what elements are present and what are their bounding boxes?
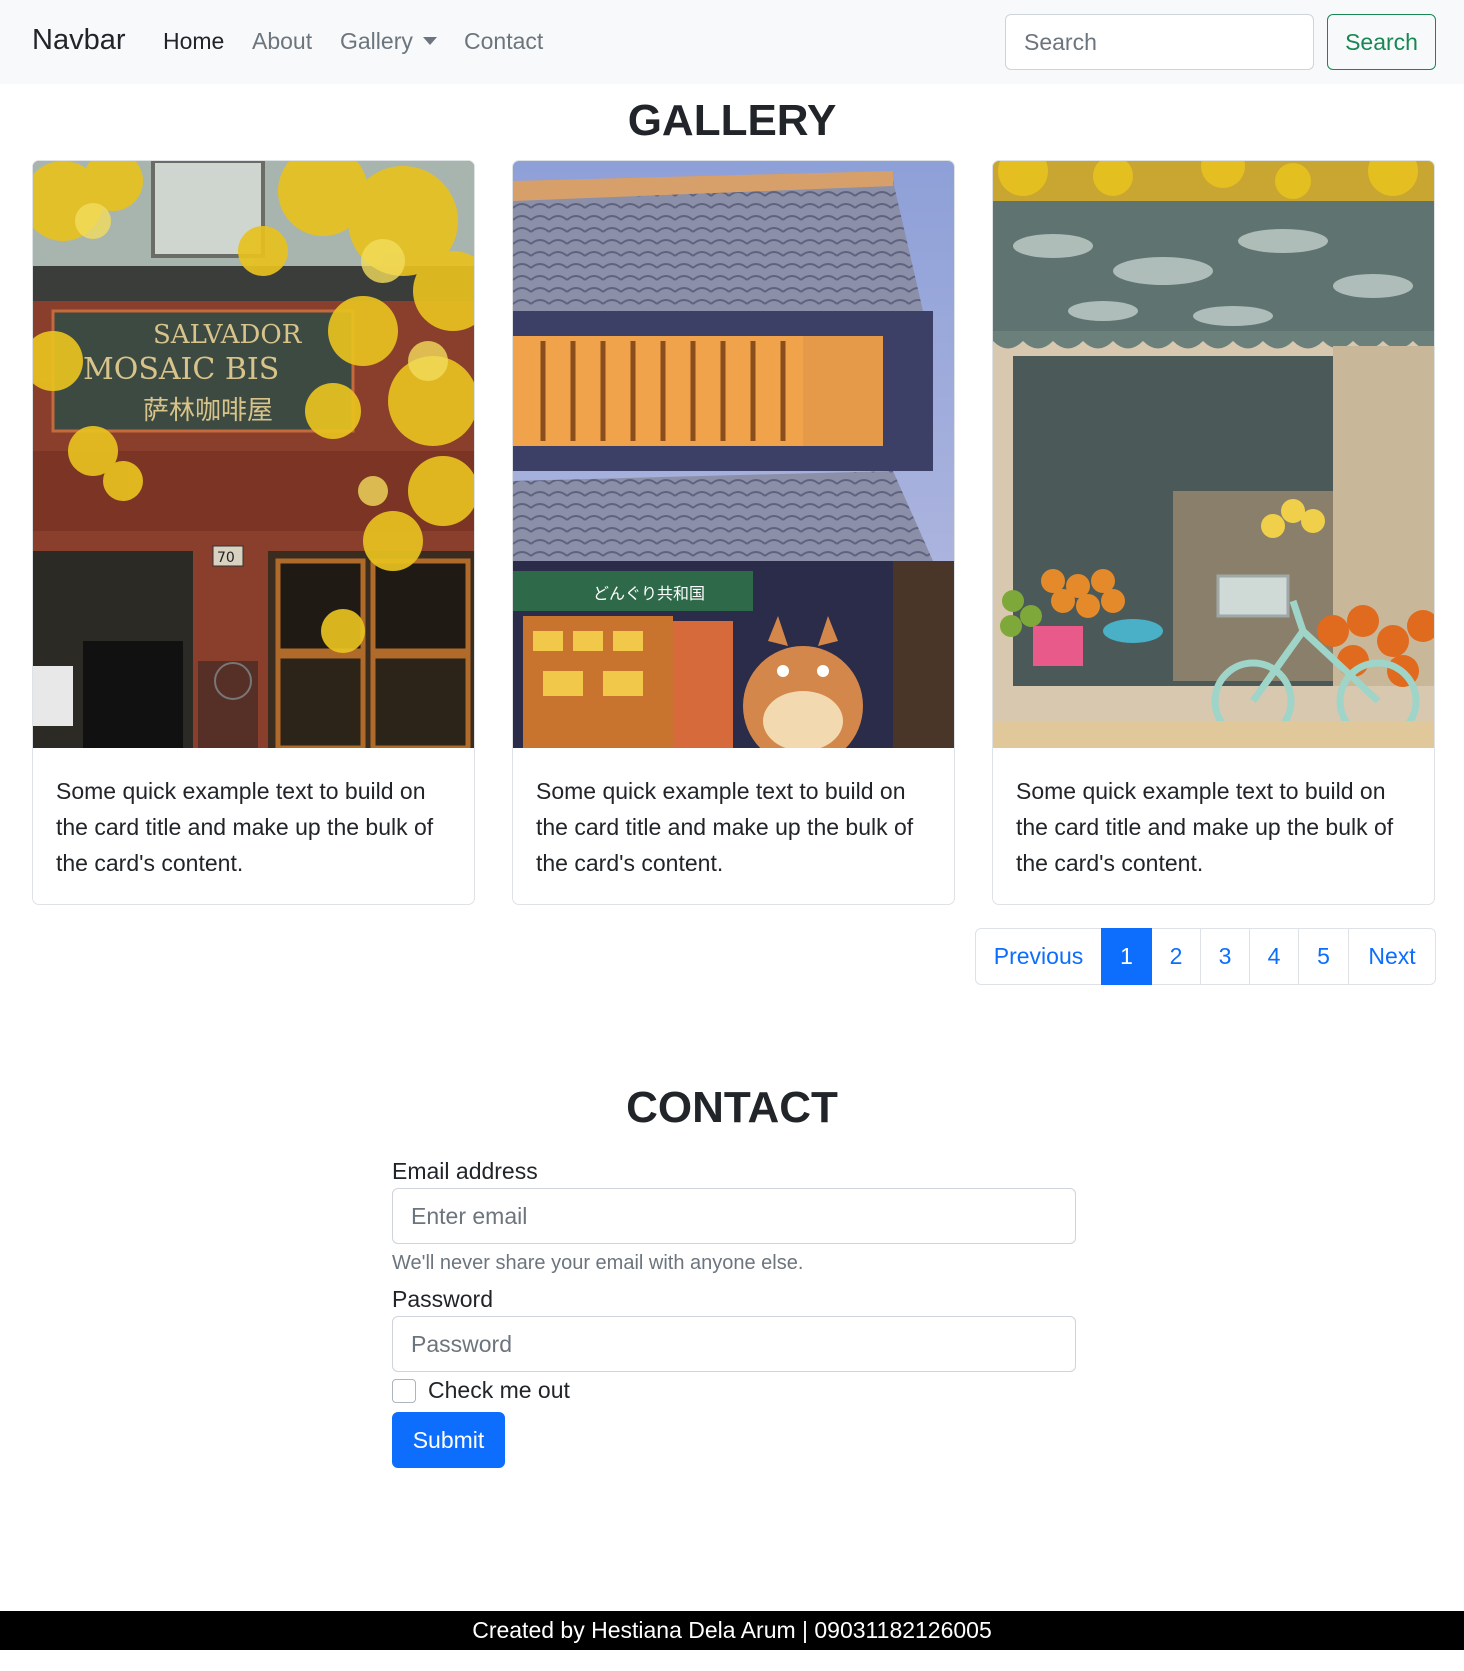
pagination-previous[interactable]: Previous	[975, 928, 1102, 985]
pagination-page-5[interactable]: 5	[1298, 928, 1349, 985]
search-button[interactable]: Search	[1327, 14, 1436, 70]
gallery-card-1: SALVADOR MOSAIC BIS 萨林咖啡屋 70 Some quick …	[32, 160, 475, 905]
pagination-page-2[interactable]: 2	[1151, 928, 1201, 985]
contact-title: CONTACT	[626, 1083, 838, 1132]
nav-link-home[interactable]: Home	[163, 28, 224, 55]
pagination-page-4[interactable]: 4	[1249, 928, 1299, 985]
shop-sign: どんぐり共和国	[593, 584, 705, 603]
submit-button[interactable]: Submit	[392, 1412, 505, 1468]
navbar: Navbar Home About Gallery Contact Search	[0, 0, 1464, 84]
pagination-page-1[interactable]: 1	[1101, 928, 1152, 985]
search-input[interactable]	[1005, 14, 1314, 70]
password-label: Password	[392, 1286, 493, 1312]
email-label: Email address	[392, 1158, 538, 1184]
navbar-brand[interactable]: Navbar	[32, 24, 126, 57]
nav-link-gallery[interactable]: Gallery	[340, 28, 437, 55]
card-text: Some quick example text to build on the …	[56, 778, 434, 876]
checkbox-label[interactable]: Check me out	[428, 1377, 570, 1404]
nav-link-contact[interactable]: Contact	[464, 28, 543, 55]
nav-link-gallery-label: Gallery	[340, 28, 413, 54]
chevron-down-icon	[422, 36, 437, 45]
card-image-fruit-stand	[993, 161, 1434, 748]
pagination: Previous 1 2 3 4 5 Next	[975, 928, 1436, 985]
check-me-out-checkbox[interactable]	[392, 1379, 416, 1403]
cafe-sign-line-3: 萨林咖啡屋	[143, 396, 273, 426]
password-field[interactable]	[392, 1316, 1076, 1372]
card-text: Some quick example text to build on the …	[536, 778, 914, 876]
pagination-next[interactable]: Next	[1348, 928, 1436, 985]
card-image-cafe: SALVADOR MOSAIC BIS 萨林咖啡屋 70	[33, 161, 474, 748]
card-text: Some quick example text to build on the …	[1016, 778, 1394, 876]
nav-link-about[interactable]: About	[252, 28, 312, 55]
gallery-card-3: Some quick example text to build on the …	[992, 160, 1435, 905]
footer: Created by Hestiana Dela Arum | 09031182…	[0, 1611, 1464, 1650]
cafe-sign-line-2: MOSAIC BIS	[83, 352, 279, 387]
email-field[interactable]	[392, 1188, 1076, 1244]
pagination-page-3[interactable]: 3	[1200, 928, 1250, 985]
gallery-card-2: どんぐり共和国 Some quick example text to build…	[512, 160, 955, 905]
cafe-door-number: 70	[217, 550, 235, 566]
card-image-shop: どんぐり共和国	[513, 161, 954, 748]
footer-text: Created by Hestiana Dela Arum | 09031182…	[472, 1617, 992, 1643]
cafe-sign-line-1: SALVADOR	[153, 320, 303, 350]
email-help-text: We'll never share your email with anyone…	[392, 1252, 804, 1274]
gallery-title: GALLERY	[627, 96, 837, 145]
